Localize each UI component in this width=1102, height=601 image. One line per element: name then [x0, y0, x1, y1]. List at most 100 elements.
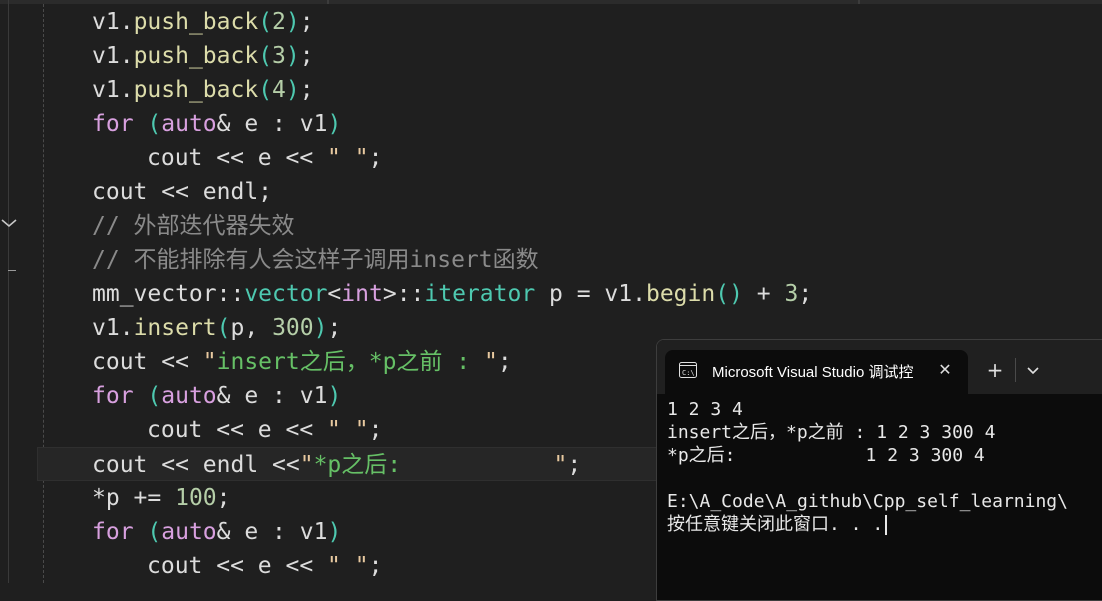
code-line[interactable]: v1.push_back(2);	[0, 5, 1102, 39]
code-token: 100	[175, 485, 217, 511]
code-line[interactable]: for (auto& e : v1)	[0, 107, 1102, 141]
code-token: .	[119, 43, 134, 69]
code-line[interactable]: mm_vector::vector<int>::iterator p = v1.…	[0, 277, 1102, 311]
code-token: +	[742, 281, 785, 307]
code-token: & e : v1	[216, 383, 328, 409]
code-token: cout	[147, 145, 203, 171]
code-line[interactable]: cout << endl;	[0, 175, 1102, 209]
code-line[interactable]: cout << e << " ";	[0, 141, 1102, 175]
svg-text:C:\: C:\	[682, 369, 695, 377]
code-token: 3	[784, 281, 799, 307]
code-token: ;	[567, 452, 582, 478]
terminal-icon: C:\	[679, 362, 697, 378]
code-token: for	[92, 519, 134, 545]
code-token: int	[341, 281, 383, 307]
code-token: <<	[147, 349, 203, 375]
code-token: p =	[535, 281, 605, 307]
code-token: v1	[92, 9, 120, 35]
console-tab[interactable]: C:\ Microsoft Visual Studio 调试控 ✕	[665, 350, 968, 394]
code-line[interactable]: v1.push_back(4);	[0, 73, 1102, 107]
code-token: +=	[119, 485, 176, 511]
code-token: ;	[327, 315, 342, 341]
titlebar-divider	[1015, 358, 1016, 382]
console-output-line: insert之后，*p之前 : 1 2 3 300 4	[667, 421, 1102, 444]
code-token: ;	[299, 43, 314, 69]
code-token: ;	[299, 77, 314, 103]
code-token: begin	[645, 281, 716, 307]
console-output-text: *p之后: 1 2 3 300 4	[667, 445, 985, 466]
code-token: )	[327, 111, 342, 137]
code-token: p,	[230, 315, 273, 341]
code-token: vector	[244, 281, 328, 307]
code-token: ::	[396, 281, 425, 307]
chevron-down-icon[interactable]	[1021, 358, 1045, 382]
code-token: "	[553, 452, 568, 478]
code-token: "	[299, 452, 314, 478]
code-token: ;	[368, 145, 383, 171]
code-token: ()	[715, 281, 743, 307]
code-token: <	[327, 281, 342, 307]
console-output-text: E:\A_Code\A_github\Cpp_self_learning\	[667, 491, 1068, 512]
code-token: & e : v1	[216, 519, 328, 545]
code-line[interactable]: // 外部迭代器失效	[0, 209, 1102, 243]
code-token: cout	[92, 179, 148, 205]
code-line[interactable]: v1.push_back(3);	[0, 39, 1102, 73]
console-output-text: insert之后，*p之前 : 1 2 3 300 4	[667, 422, 996, 443]
console-output-text: 1 2 3 4	[667, 399, 743, 420]
code-token: <<	[147, 452, 203, 478]
code-token: v1	[92, 315, 120, 341]
code-token: )	[327, 383, 342, 409]
code-token: *p之后:	[313, 452, 554, 478]
code-token: ;	[368, 553, 383, 579]
code-token: ::	[216, 281, 245, 307]
code-token: 300	[272, 315, 314, 341]
code-token: cout	[147, 417, 203, 443]
text-cursor	[885, 515, 888, 535]
code-token: <<	[258, 452, 300, 478]
code-token: v1	[92, 77, 120, 103]
code-token: ;	[216, 485, 231, 511]
code-token: push_back	[133, 9, 259, 35]
code-token: cout	[92, 452, 148, 478]
code-token: " "	[327, 417, 369, 443]
code-token: // 外部迭代器失效	[92, 213, 295, 239]
code-token: .	[632, 281, 646, 307]
code-token: <<	[147, 179, 203, 205]
code-token: (	[147, 111, 162, 137]
console-titlebar: C:\ Microsoft Visual Studio 调试控 ✕ +	[657, 340, 1102, 394]
code-token: & e : v1	[216, 111, 328, 137]
code-token: insert	[133, 315, 217, 341]
code-token: endl	[202, 452, 259, 478]
debug-console-window[interactable]: C:\ Microsoft Visual Studio 调试控 ✕ + 1 2 …	[656, 339, 1102, 601]
code-token: " "	[327, 553, 369, 579]
code-line[interactable]: // 不能排除有人会这样子调用insert函数	[0, 243, 1102, 277]
code-token: ;	[258, 179, 273, 205]
code-token: push_back	[133, 77, 259, 103]
close-tab-icon[interactable]: ✕	[935, 360, 955, 380]
code-token: auto	[161, 383, 217, 409]
tab-separator	[858, 0, 860, 4]
code-token: "	[483, 349, 498, 375]
code-token: auto	[161, 111, 217, 137]
code-token: << e <<	[202, 145, 328, 171]
code-token: cout	[147, 553, 203, 579]
console-output-text: 按任意键关闭此窗口. . .	[667, 514, 884, 535]
code-token: insert之后，*p之前 :	[216, 349, 484, 375]
code-token: iterator	[424, 281, 536, 307]
code-token: .	[119, 9, 134, 35]
code-token: ;	[368, 417, 383, 443]
new-tab-button[interactable]: +	[983, 358, 1007, 382]
code-token: .	[119, 77, 134, 103]
code-token: << e <<	[202, 553, 328, 579]
code-token: )	[313, 315, 328, 341]
code-token: (	[147, 383, 162, 409]
code-token: ;	[497, 349, 512, 375]
code-token: push_back	[133, 43, 259, 69]
code-token: cout	[92, 349, 148, 375]
code-token: (	[258, 77, 273, 103]
code-token: 4	[272, 77, 286, 103]
console-tab-title: Microsoft Visual Studio 调试控	[712, 364, 914, 381]
